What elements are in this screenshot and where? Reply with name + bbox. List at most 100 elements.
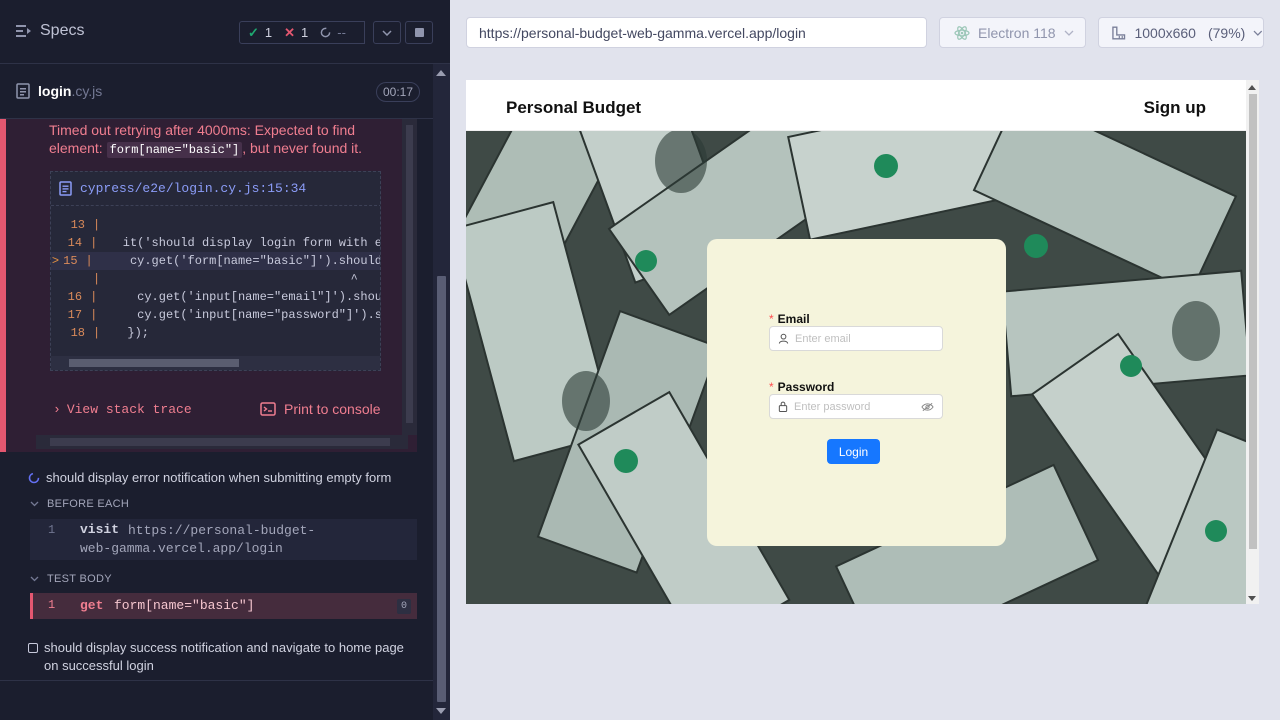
email-field[interactable]: Enter email <box>769 326 943 351</box>
app-navbar: Personal Budget Sign up <box>466 80 1246 131</box>
code-line-text: cy.get('input[name="password"]').s <box>108 308 381 322</box>
test-item-pending[interactable]: should display success notification and … <box>28 639 418 675</box>
cross-icon: ✕ <box>284 24 296 40</box>
code-line: 17 | cy.get('input[name="password"]').s <box>51 306 381 324</box>
app-scroll-thumb[interactable] <box>1249 94 1257 549</box>
code-line-text: }); <box>113 326 150 340</box>
lock-icon <box>778 401 788 412</box>
login-card: * Email Enter email * Password Enter passw… <box>707 239 1006 546</box>
specs-button[interactable]: Specs <box>16 22 84 40</box>
stop-icon <box>414 28 424 37</box>
error-vertical-scrollbar[interactable] <box>402 119 417 435</box>
print-to-console-button[interactable]: Print to console <box>260 401 381 417</box>
pending-square-icon <box>28 643 38 653</box>
code-gutter-bar: | <box>93 272 101 286</box>
failed-stat: ✕ 1 <box>284 24 309 41</box>
stats-group: ✓ 1 ✕ 1 -- <box>239 21 365 44</box>
chevron-down-icon <box>30 576 39 582</box>
code-line: 14 | it('should display login form with e <box>51 234 381 252</box>
error-hscroll-thumb[interactable] <box>50 438 390 446</box>
code-line-number: 18 <box>70 326 85 340</box>
code-line: | ^ <box>51 270 380 288</box>
spec-header: login.cy.js 00:17 <box>0 64 433 119</box>
code-gutter-bar: | <box>85 254 93 268</box>
code-scroll-thumb[interactable] <box>69 359 239 367</box>
test-stats: ✓ 1 ✕ 1 -- <box>239 21 433 44</box>
command-visit[interactable]: 1 visit https://personal-budget-web-gamm… <box>30 519 417 560</box>
command-get-failed[interactable]: 1 get form[name="basic"] 0 <box>30 593 417 619</box>
code-line-number: 15 <box>63 254 78 268</box>
specs-label: Specs <box>40 22 85 39</box>
signup-link[interactable]: Sign up <box>1144 98 1206 118</box>
code-line: 13 | <box>51 216 380 234</box>
app-scroll-down[interactable] <box>1248 596 1256 601</box>
password-label: * Password <box>769 380 835 394</box>
error-scroll-thumb[interactable] <box>406 125 413 423</box>
code-line-gutter: 14 <box>51 236 90 250</box>
code-gutter-bar: | <box>90 290 98 304</box>
code-horizontal-scrollbar[interactable] <box>51 356 380 370</box>
chevron-down-icon <box>382 29 392 36</box>
pending-stat: -- <box>320 25 346 40</box>
chevron-down-icon <box>1064 30 1074 36</box>
app-scroll-up[interactable] <box>1248 85 1256 90</box>
error-panel: Timed out retrying after 4000ms: Expecte… <box>0 119 417 452</box>
code-gutter-bar: | <box>90 236 98 250</box>
error-message: Timed out retrying after 4000ms: Expecte… <box>49 122 363 158</box>
code-line-number: 16 <box>67 290 83 304</box>
code-line-gutter: 17 <box>51 308 90 322</box>
code-gutter-bar: | <box>93 218 101 232</box>
viewport-info[interactable]: 1000x660 (79%) <box>1098 17 1264 48</box>
reporter-scrollbar[interactable] <box>433 64 450 720</box>
code-frame: cypress/e2e/login.cy.js:15:34 13 | 14 | it(… <box>50 171 381 371</box>
code-line-number: 13 <box>70 218 85 232</box>
chevron-right-icon: › <box>53 402 61 417</box>
ruler-icon <box>1112 26 1126 39</box>
before-each-hook[interactable]: BEFORE EACH <box>30 498 129 510</box>
code-line-text: ^ <box>113 272 358 286</box>
code-line-marker: > <box>51 254 60 268</box>
app-scrollbar[interactable] <box>1246 80 1259 604</box>
spec-file-name[interactable]: login.cy.js <box>16 83 102 99</box>
code-line: 18 | }); <box>51 324 380 342</box>
chevron-down-icon <box>1253 30 1263 36</box>
divider <box>0 680 433 681</box>
code-frame-file-link[interactable]: cypress/e2e/login.cy.js:15:34 <box>51 172 380 206</box>
specs-menu-icon <box>16 25 31 37</box>
document-icon <box>16 83 30 99</box>
test-body-section[interactable]: TEST BODY <box>30 573 112 585</box>
code-line-gutter: 16 <box>51 290 90 304</box>
code-line-text: it('should display login form with e <box>108 236 381 250</box>
scrollbar-thumb[interactable] <box>437 276 446 702</box>
code-gutter-bar: | <box>90 308 98 322</box>
eye-invisible-icon[interactable] <box>921 402 934 412</box>
code-line-gutter: 13 <box>51 218 93 232</box>
url-bar[interactable]: https://personal-budget-web-gamma.vercel… <box>466 17 927 48</box>
element-count-badge: 0 <box>397 599 411 614</box>
scroll-up-arrow[interactable] <box>436 70 446 76</box>
error-horizontal-scrollbar[interactable] <box>36 435 408 449</box>
code-line: 16 | cy.get('input[name="email"]').shou <box>51 288 380 306</box>
test-item-running[interactable]: should display error notification when s… <box>28 470 428 485</box>
chevron-down-icon <box>30 501 39 507</box>
user-icon <box>778 333 789 344</box>
code-line-number: 14 <box>67 236 83 250</box>
code-line: >15 | cy.get('form[name="basic"]').should <box>51 252 381 270</box>
password-field[interactable]: Enter password <box>769 394 943 419</box>
spinner-icon <box>320 27 331 38</box>
login-button[interactable]: Login <box>827 439 880 464</box>
file-icon <box>59 181 72 196</box>
scroll-down-arrow[interactable] <box>436 708 446 714</box>
stop-button[interactable] <box>405 21 433 44</box>
electron-icon <box>954 25 970 40</box>
background-money-image: * Email Enter email * Password Enter passw… <box>466 131 1246 604</box>
collapse-all-button[interactable] <box>373 21 401 44</box>
code-line-text: cy.get('form[name="basic"]').should <box>101 254 381 268</box>
view-stack-trace-button[interactable]: › View stack trace <box>53 402 192 417</box>
browser-selector[interactable]: Electron 118 <box>939 17 1086 48</box>
spinner-icon <box>28 472 40 483</box>
code-line-gutter: >15 <box>51 254 86 268</box>
code-gutter-bar: | <box>93 326 101 340</box>
brand-logo-text[interactable]: Personal Budget <box>506 98 641 118</box>
check-icon: ✓ <box>248 24 259 40</box>
